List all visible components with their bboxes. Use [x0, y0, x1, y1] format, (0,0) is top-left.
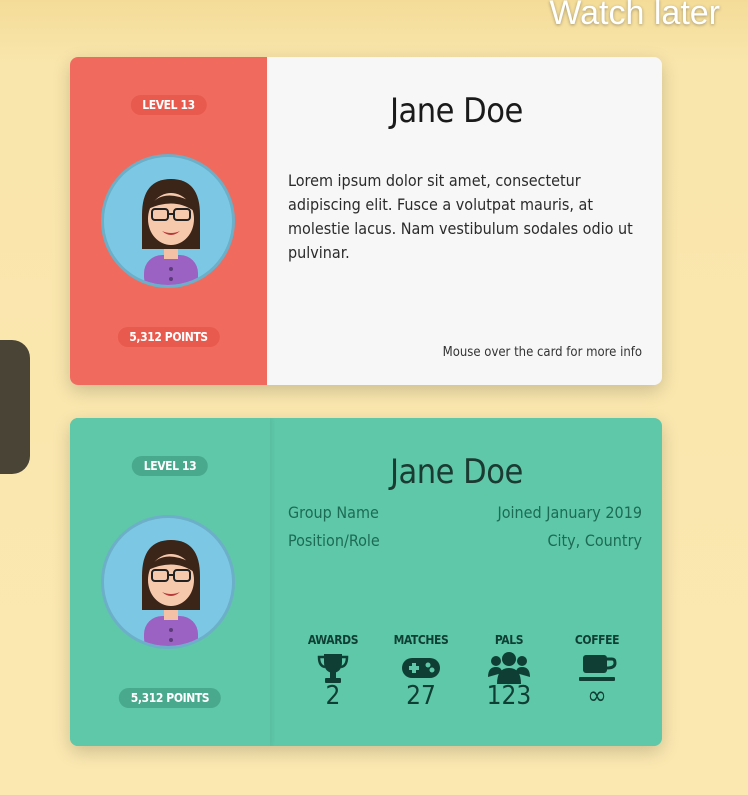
level-badge: LEVEL 13: [130, 95, 207, 115]
profile-name: Jane Doe: [390, 91, 523, 131]
stat-coffee: COFFEE ∞: [562, 633, 632, 709]
position-role: Position/Role: [288, 531, 380, 550]
gamepad-icon: [386, 651, 456, 685]
points-badge: 5,312 POINTS: [118, 688, 222, 708]
avatar: [101, 515, 235, 649]
stat-value: 123: [486, 681, 532, 711]
stat-label: COFFEE: [574, 633, 620, 647]
card-left-panel: LEVEL 13 5,312 POINTS: [70, 57, 267, 385]
profile-card-detail[interactable]: LEVEL 13 5,312 POINTS Jane Doe Group Nam…: [70, 418, 662, 746]
side-handle[interactable]: [0, 340, 30, 474]
points-badge: 5,312 POINTS: [117, 327, 220, 347]
stat-value: 2: [325, 681, 341, 711]
avatar: [101, 154, 235, 288]
stat-pals: PALS 123: [474, 633, 544, 709]
stat-label: MATCHES: [393, 633, 449, 647]
group-name: Group Name: [288, 503, 379, 522]
stat-awards: AWARDS 2: [298, 633, 368, 709]
joined-date: Joined January 2019: [497, 503, 643, 522]
stat-label: PALS: [494, 633, 524, 647]
profile-card-basic[interactable]: LEVEL 13 5,312 POINTS Jane Doe Lorem ips…: [70, 57, 662, 385]
location: City, Country: [547, 531, 642, 550]
stat-value: 27: [406, 681, 436, 711]
profile-name: Jane Doe: [390, 452, 523, 492]
users-icon: [474, 651, 544, 685]
card-left-panel: LEVEL 13 5,312 POINTS: [70, 418, 270, 746]
stat-label: AWARDS: [307, 633, 359, 647]
level-badge: LEVEL 13: [131, 456, 209, 476]
coffee-icon: [562, 651, 632, 685]
hover-hint: Mouse over the card for more info: [442, 345, 642, 360]
stat-matches: MATCHES 27: [386, 633, 456, 709]
watch-later-label[interactable]: Watch later: [549, 0, 720, 33]
stat-value: ∞: [587, 681, 607, 711]
profile-bio: Lorem ipsum dolor sit amet, consectetur …: [288, 171, 633, 262]
trophy-icon: [298, 651, 368, 685]
